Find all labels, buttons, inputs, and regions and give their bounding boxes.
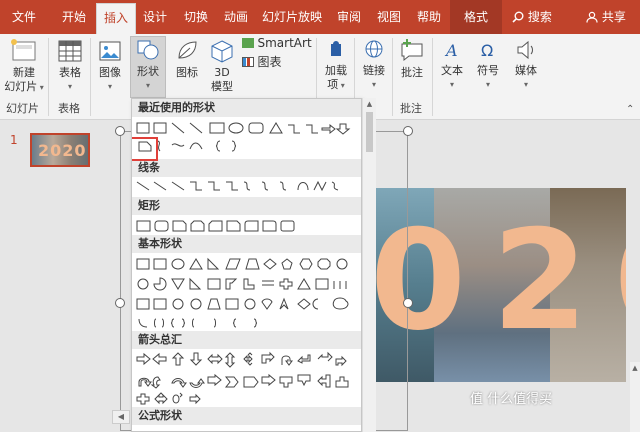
watermark: 值 什么值得买: [470, 392, 553, 407]
addins-button[interactable]: 加载 项 ▾: [320, 38, 352, 93]
search-label: 搜索: [527, 10, 552, 24]
divider: [392, 38, 393, 116]
shapes-label: 形状: [137, 65, 159, 78]
3d-model-button[interactable]: 3D 模型: [206, 38, 238, 94]
tab-design[interactable]: 设计: [138, 0, 172, 34]
search-icon: [512, 11, 524, 23]
3d-label-2: 模型: [211, 80, 233, 93]
vertical-scrollbar[interactable]: ▲: [630, 362, 640, 432]
link-label: 链接: [363, 64, 385, 77]
resize-handle[interactable]: [115, 298, 125, 308]
scroll-left-icon[interactable]: ◀: [112, 410, 130, 424]
share-button[interactable]: 共享: [580, 0, 632, 34]
scroll-thumb[interactable]: [366, 112, 373, 152]
addin-icon: [331, 41, 341, 56]
tab-help[interactable]: 帮助: [412, 0, 446, 34]
tab-format[interactable]: 格式: [450, 0, 502, 34]
smartart-label: SmartArt: [257, 36, 312, 50]
new-slide-label-1: 新建: [13, 66, 35, 79]
text-label: 文本: [441, 64, 463, 77]
image-label: 图像: [99, 66, 121, 79]
tab-insert[interactable]: 插入: [96, 3, 136, 34]
shapes-button[interactable]: 形状 ▾: [130, 36, 166, 98]
table-label: 表格: [59, 66, 81, 79]
globe-link-icon: [365, 40, 383, 58]
table-button[interactable]: 表格 ▾: [52, 38, 88, 94]
tab-home[interactable]: 开始: [54, 0, 94, 34]
scroll-up-icon[interactable]: ▲: [363, 100, 376, 108]
tab-review[interactable]: 审阅: [332, 0, 366, 34]
shapes-icon: [137, 40, 159, 60]
svg-text:A: A: [444, 41, 458, 60]
shapes-gallery-menu: 最近使用的形状 线条 矩形 基本形状 箭头总汇 公式形状: [131, 98, 362, 432]
icons-label: 图标: [176, 66, 198, 79]
resize-handle[interactable]: [403, 126, 413, 136]
link-button[interactable]: 链接 ▾: [358, 38, 390, 92]
comment-label: 批注: [401, 66, 423, 79]
resize-handle[interactable]: [403, 298, 413, 308]
image-button[interactable]: 图像 ▾: [94, 38, 126, 94]
thumbnail-text: 2020: [38, 141, 87, 160]
new-slide-label-2: 幻灯片 ▾: [4, 80, 44, 93]
group-label-slides: 幻灯片: [6, 102, 39, 115]
addins-label-1: 加载: [325, 64, 347, 77]
media-label: 媒体: [515, 64, 537, 77]
symbol-label: 符号: [477, 64, 499, 77]
ribbon-tab-bar: 文件 开始 插入 设计 切换 动画 幻灯片放映 审阅 视图 帮助 格式 搜索 共…: [0, 0, 640, 34]
slide-number: 1: [10, 133, 18, 147]
smartart-button[interactable]: SmartArt: [242, 36, 312, 51]
icons-button[interactable]: 图标: [170, 38, 204, 80]
search-box[interactable]: 搜索: [508, 0, 556, 34]
chevron-down-icon: ▾: [67, 82, 72, 91]
symbol-button[interactable]: Ω 符号 ▾: [472, 38, 504, 92]
text-button[interactable]: A 文本 ▾: [436, 38, 468, 92]
chevron-down-icon: ▾: [485, 80, 490, 89]
chevron-down-icon: ▾: [145, 81, 150, 90]
tab-animations[interactable]: 动画: [218, 0, 254, 34]
resize-handle[interactable]: [115, 126, 125, 136]
shapes-menu-scrollbar[interactable]: ▲: [362, 98, 376, 432]
highlighted-shape[interactable]: [132, 137, 158, 161]
scroll-up-icon[interactable]: ▲: [630, 362, 640, 374]
chart-button[interactable]: 图表: [242, 55, 302, 70]
tab-view[interactable]: 视图: [372, 0, 406, 34]
chevron-down-icon: ▾: [371, 80, 376, 89]
new-slide-icon: [11, 39, 36, 61]
tab-file[interactable]: 文件: [4, 0, 44, 34]
chart-label: 图表: [257, 55, 282, 69]
3d-label-1: 3D: [214, 66, 230, 79]
tab-transitions[interactable]: 切换: [178, 0, 214, 34]
collapse-ribbon-icon[interactable]: ⌃: [626, 104, 634, 115]
slide-big-digits: 020: [376, 200, 626, 361]
chevron-down-icon: ▾: [449, 80, 454, 89]
cube-icon: [211, 40, 233, 63]
table-icon: [58, 40, 82, 62]
image-icon: [99, 41, 121, 61]
group-label-comments: 批注: [400, 102, 422, 115]
slide-thumbnail[interactable]: 2020: [30, 133, 90, 167]
person-icon: [586, 11, 598, 23]
media-button[interactable]: 媒体 ▾: [508, 38, 544, 92]
tab-slideshow[interactable]: 幻灯片放映: [260, 0, 324, 34]
slide-photo: 020: [376, 188, 626, 382]
share-label: 共享: [601, 10, 626, 24]
shape-grid[interactable]: [132, 99, 362, 432]
new-slide-button[interactable]: 新建 幻灯片 ▾: [2, 38, 46, 95]
chevron-down-icon: ▾: [523, 80, 528, 89]
speaker-icon: [517, 40, 533, 60]
smartart-icon: [242, 38, 254, 48]
chart-icon: [242, 57, 254, 67]
chevron-down-icon: ▾: [107, 82, 112, 91]
svg-text:Ω: Ω: [481, 41, 493, 60]
text-icon: A: [444, 41, 458, 60]
divider: [90, 38, 91, 116]
addins-label-2: 项 ▾: [327, 78, 345, 91]
divider: [48, 38, 49, 116]
divider: [432, 38, 433, 116]
group-label-tables: 表格: [58, 102, 80, 115]
comment-button[interactable]: 批注: [396, 38, 428, 80]
leaf-icon: [178, 41, 197, 59]
comment-icon: [401, 39, 423, 62]
omega-icon: Ω: [481, 41, 493, 60]
